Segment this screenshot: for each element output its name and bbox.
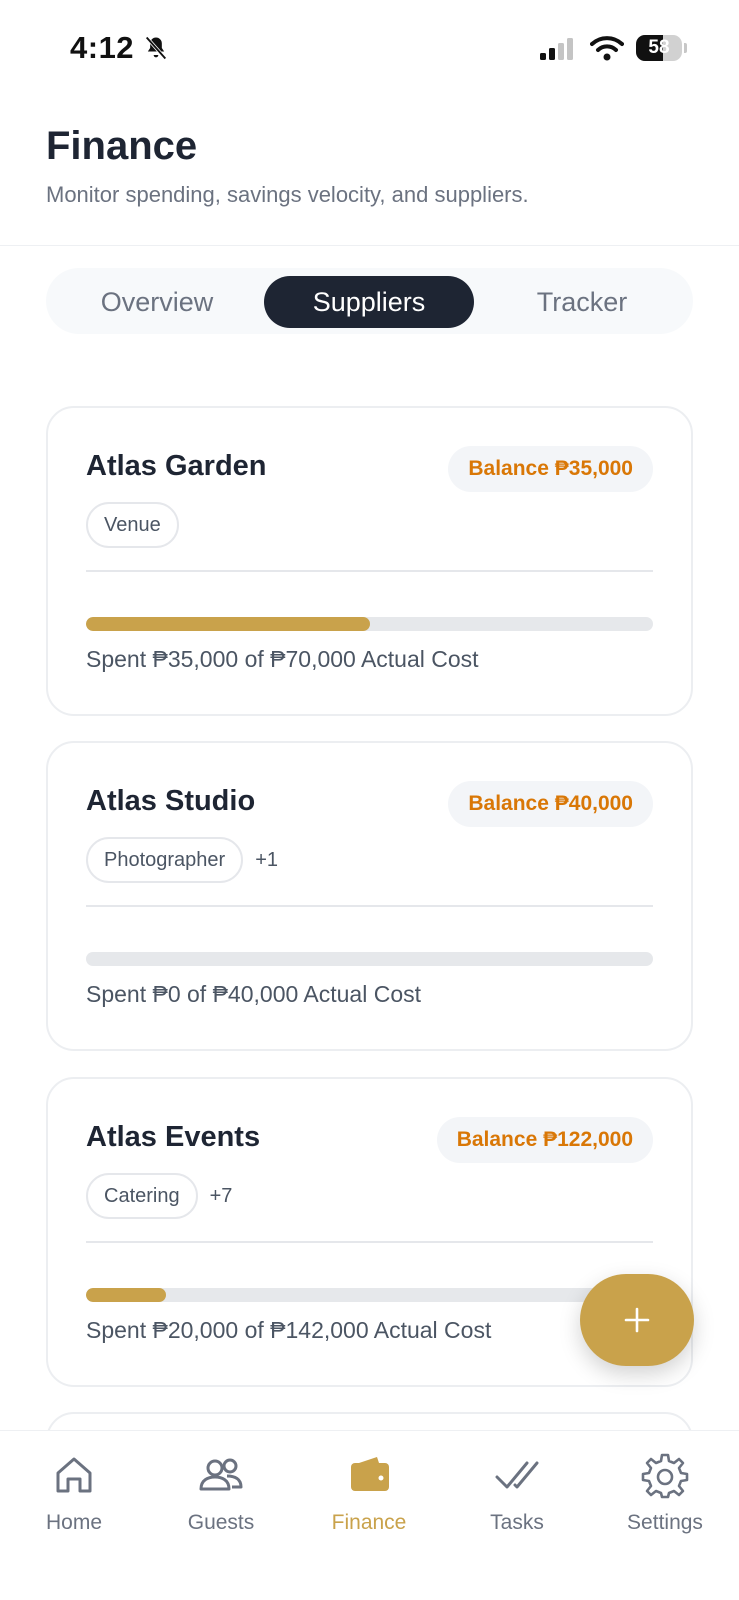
spend-progress-fill xyxy=(86,1288,166,1302)
cellular-signal-icon xyxy=(540,38,573,60)
spend-progress-bar xyxy=(86,1288,653,1302)
wifi-icon xyxy=(590,36,624,61)
tab-tracker[interactable]: Tracker xyxy=(482,276,682,328)
segmented-tabs: Overview Suppliers Tracker xyxy=(46,268,693,334)
nav-label: Settings xyxy=(627,1511,703,1534)
nav-label: Home xyxy=(45,1511,103,1534)
balance-badge: Balance ₱122,000 xyxy=(436,1117,653,1163)
category-tag: Catering xyxy=(86,1173,198,1219)
double-check-icon xyxy=(495,1461,539,1489)
page-header: Finance Monitor spending, savings veloci… xyxy=(0,96,739,246)
plus-icon xyxy=(624,1307,650,1333)
nav-guests[interactable]: Guests xyxy=(161,1451,281,1561)
spent-summary: Spent ₱0 of ₱40,000 Actual Cost xyxy=(86,981,422,1007)
spent-summary: Spent ₱20,000 of ₱142,000 Actual Cost xyxy=(86,1317,492,1343)
extra-tags-count: +7 xyxy=(209,1184,233,1207)
nav-label: Finance xyxy=(331,1511,407,1534)
supplier-card[interactable]: Atlas Garden Balance ₱35,000 Venue Spent… xyxy=(46,406,693,716)
extra-tags-count: +1 xyxy=(255,848,279,871)
tab-overview[interactable]: Overview xyxy=(58,276,256,328)
tag-row: Catering +7 xyxy=(86,1173,232,1219)
add-supplier-button[interactable] xyxy=(580,1274,694,1366)
status-bar: 4:12 58 xyxy=(0,0,739,96)
spend-progress-bar xyxy=(86,952,653,966)
divider xyxy=(86,570,653,572)
nav-home[interactable]: Home xyxy=(14,1451,134,1561)
bottom-navigation: Home Guests Finance Tasks Settings xyxy=(0,1430,739,1600)
divider xyxy=(86,905,653,907)
balance-badge: Balance ₱40,000 xyxy=(448,781,653,827)
nav-tasks[interactable]: Tasks xyxy=(457,1451,577,1561)
status-time: 4:12 xyxy=(70,30,135,65)
nav-label: Tasks xyxy=(490,1511,544,1534)
category-tag: Photographer xyxy=(86,837,244,883)
page-title: Finance xyxy=(46,124,198,168)
divider xyxy=(86,1241,653,1243)
nav-settings[interactable]: Settings xyxy=(605,1451,725,1561)
bell-muted-icon xyxy=(145,36,167,60)
spend-progress-fill xyxy=(86,617,370,631)
supplier-name: Atlas Events xyxy=(86,1121,261,1153)
tag-row: Photographer +1 xyxy=(86,837,278,883)
category-tag: Venue xyxy=(86,502,179,548)
supplier-card[interactable]: Atlas Studio Balance ₱40,000 Photographe… xyxy=(46,741,693,1051)
home-icon xyxy=(56,1457,92,1493)
gear-icon xyxy=(641,1453,689,1499)
supplier-name: Atlas Studio xyxy=(86,785,256,817)
supplier-name: Atlas Garden xyxy=(86,450,267,482)
battery-level: 58 xyxy=(648,37,670,58)
spend-progress-bar xyxy=(86,617,653,631)
nav-label: Guests xyxy=(187,1511,255,1534)
tab-suppliers[interactable]: Suppliers xyxy=(264,276,474,328)
tag-row: Venue xyxy=(86,502,179,548)
battery-icon: 58 xyxy=(636,35,682,61)
wallet-icon xyxy=(351,1457,389,1491)
balance-badge: Balance ₱35,000 xyxy=(448,446,653,492)
spent-summary: Spent ₱35,000 of ₱70,000 Actual Cost xyxy=(86,646,479,672)
nav-finance[interactable]: Finance xyxy=(309,1451,429,1561)
guests-icon xyxy=(199,1458,243,1491)
page-subtitle: Monitor spending, savings velocity, and … xyxy=(46,182,529,207)
